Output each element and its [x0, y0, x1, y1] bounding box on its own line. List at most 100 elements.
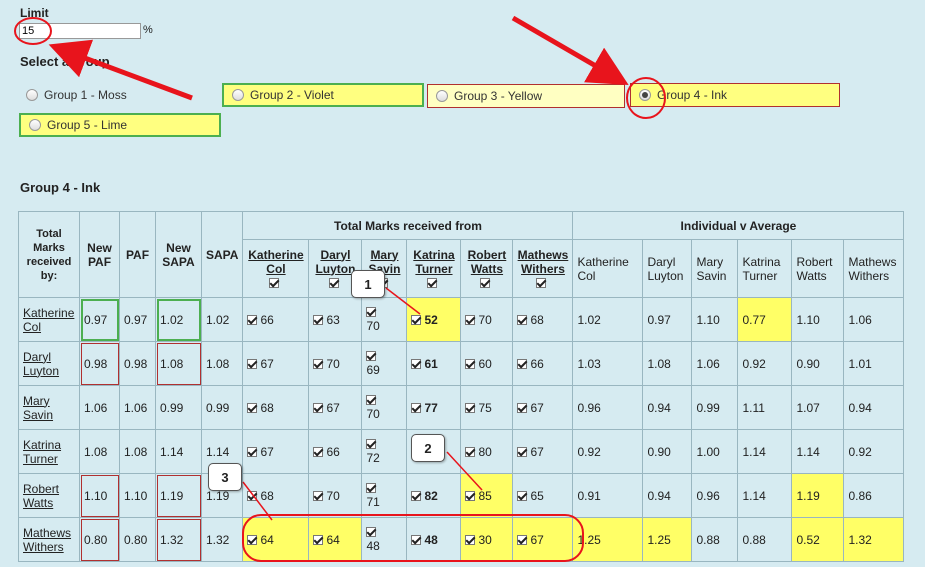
checkbox[interactable] — [465, 534, 476, 545]
checkbox[interactable] — [313, 490, 324, 501]
checkbox[interactable] — [465, 402, 476, 413]
row-name[interactable]: Mathews Withers — [18, 517, 80, 562]
row-name[interactable]: Katherine Col — [18, 297, 80, 342]
checkbox[interactable] — [247, 358, 258, 369]
row-name[interactable]: Katrina Turner — [18, 429, 80, 474]
checkbox[interactable] — [269, 277, 280, 288]
row-name-link[interactable]: Mathews Withers — [23, 526, 71, 554]
radio-button[interactable] — [29, 119, 41, 131]
row-name[interactable]: Mary Savin — [18, 385, 80, 430]
checkbox[interactable] — [366, 350, 377, 361]
checkbox[interactable] — [313, 314, 324, 325]
from-name-link[interactable]: Katherine Col — [247, 248, 304, 276]
ind-header-katherine: Katherine Col — [572, 239, 644, 298]
sapa-cell: 1.02 — [200, 297, 244, 342]
radio-button[interactable] — [436, 90, 448, 102]
checkbox[interactable] — [465, 358, 476, 369]
checkbox[interactable] — [366, 526, 377, 537]
group-option-2[interactable]: Group 2 - Violet — [222, 83, 424, 107]
checkbox[interactable] — [517, 358, 528, 369]
ind-cell: 1.01 — [843, 341, 905, 386]
group-option-3[interactable]: Group 3 - Yellow — [427, 84, 625, 108]
mark-cell: 68 — [512, 297, 574, 342]
mark-value: 70 — [366, 406, 380, 421]
checkbox[interactable] — [465, 490, 476, 501]
row-name-link[interactable]: Katherine Col — [23, 306, 74, 334]
row-name[interactable]: Robert Watts — [18, 473, 80, 518]
from-header-katrina[interactable]: Katrina Turner — [406, 239, 462, 298]
from-name-link[interactable]: Mathews Withers — [517, 248, 569, 276]
checkbox[interactable] — [411, 490, 422, 501]
radio-button-selected[interactable] — [639, 89, 651, 101]
checkbox[interactable] — [411, 358, 422, 369]
mark-value: 61 — [424, 356, 438, 371]
table-row: Mary Savin 1.06 1.06 0.99 0.99 68 67 70 … — [18, 385, 905, 430]
checkbox[interactable] — [247, 402, 258, 413]
row-name-link[interactable]: Katrina Turner — [23, 438, 61, 466]
mark-cell: 65 — [512, 473, 574, 518]
table-row: Robert Watts 1.10 1.10 1.19 1.19 68 70 7… — [18, 473, 905, 518]
checkbox[interactable] — [517, 534, 528, 545]
from-header-mathews[interactable]: Mathews Withers — [512, 239, 574, 298]
ind-cell: 1.06 — [843, 297, 905, 342]
checkbox[interactable] — [536, 277, 547, 288]
row-name[interactable]: Daryl Luyton — [18, 341, 80, 386]
group-option-label: Group 5 - Lime — [47, 118, 128, 132]
from-header-katherine[interactable]: Katherine Col — [242, 239, 310, 298]
checkbox[interactable] — [517, 314, 528, 325]
checkbox[interactable] — [465, 314, 476, 325]
radio-button[interactable] — [26, 89, 38, 101]
row-name-link[interactable]: Daryl Luyton — [23, 350, 59, 378]
table-row: Katrina Turner 1.08 1.08 1.14 1.14 67 66… — [18, 429, 905, 474]
mark-value: 68 — [260, 488, 274, 503]
mark-cell: 67 — [308, 385, 363, 430]
checkbox[interactable] — [517, 446, 528, 457]
checkbox[interactable] — [313, 402, 324, 413]
checkbox[interactable] — [411, 314, 422, 325]
checkbox[interactable] — [247, 314, 258, 325]
checkbox[interactable] — [247, 446, 258, 457]
mark-value: 30 — [478, 532, 492, 547]
ind-cell: 0.97 — [642, 297, 693, 342]
from-header-robert[interactable]: Robert Watts — [460, 239, 514, 298]
checkbox[interactable] — [313, 446, 324, 457]
checkbox[interactable] — [480, 277, 491, 288]
checkbox[interactable] — [465, 446, 476, 457]
group-option-5[interactable]: Group 5 - Lime — [19, 113, 221, 137]
ind-header-katrina: Katrina Turner — [737, 239, 793, 298]
header-total-marks-from: Total Marks received from — [242, 211, 574, 240]
row-name-link[interactable]: Mary Savin — [23, 394, 53, 422]
from-name-link[interactable]: Robert Watts — [465, 248, 508, 276]
radio-button[interactable] — [232, 89, 244, 101]
checkbox[interactable] — [517, 402, 528, 413]
checkbox[interactable] — [313, 534, 324, 545]
arrow-to-group-4 — [511, 15, 629, 86]
checkbox[interactable] — [366, 438, 377, 449]
checkbox[interactable] — [313, 358, 324, 369]
mark-value: 48 — [366, 538, 380, 553]
mark-value: 68 — [530, 312, 544, 327]
ind-cell: 0.96 — [572, 385, 644, 430]
mark-cell: 60 — [460, 341, 514, 386]
checkbox[interactable] — [247, 490, 258, 501]
header-new-paf: New PAF — [79, 211, 120, 298]
checkbox[interactable] — [366, 394, 377, 405]
checkbox[interactable] — [366, 306, 377, 317]
checkbox[interactable] — [366, 482, 377, 493]
checkbox[interactable] — [517, 490, 528, 501]
checkbox[interactable] — [247, 534, 258, 545]
ind-cell: 1.14 — [737, 473, 793, 518]
checkbox[interactable] — [411, 402, 422, 413]
paf-cell: 0.80 — [119, 517, 156, 562]
group-option-1[interactable]: Group 1 - Moss — [18, 83, 208, 107]
header-new-sapa: New SAPA — [155, 211, 202, 298]
checkbox[interactable] — [328, 277, 339, 288]
new-paf-cell: 0.80 — [79, 517, 120, 562]
checkbox[interactable] — [427, 277, 438, 288]
ind-cell: 0.92 — [572, 429, 644, 474]
from-name-link[interactable]: Katrina Turner — [411, 248, 456, 276]
limit-input[interactable] — [19, 23, 141, 39]
group-option-4[interactable]: Group 4 - Ink — [630, 83, 840, 107]
row-name-link[interactable]: Robert Watts — [23, 482, 59, 510]
checkbox[interactable] — [411, 534, 422, 545]
